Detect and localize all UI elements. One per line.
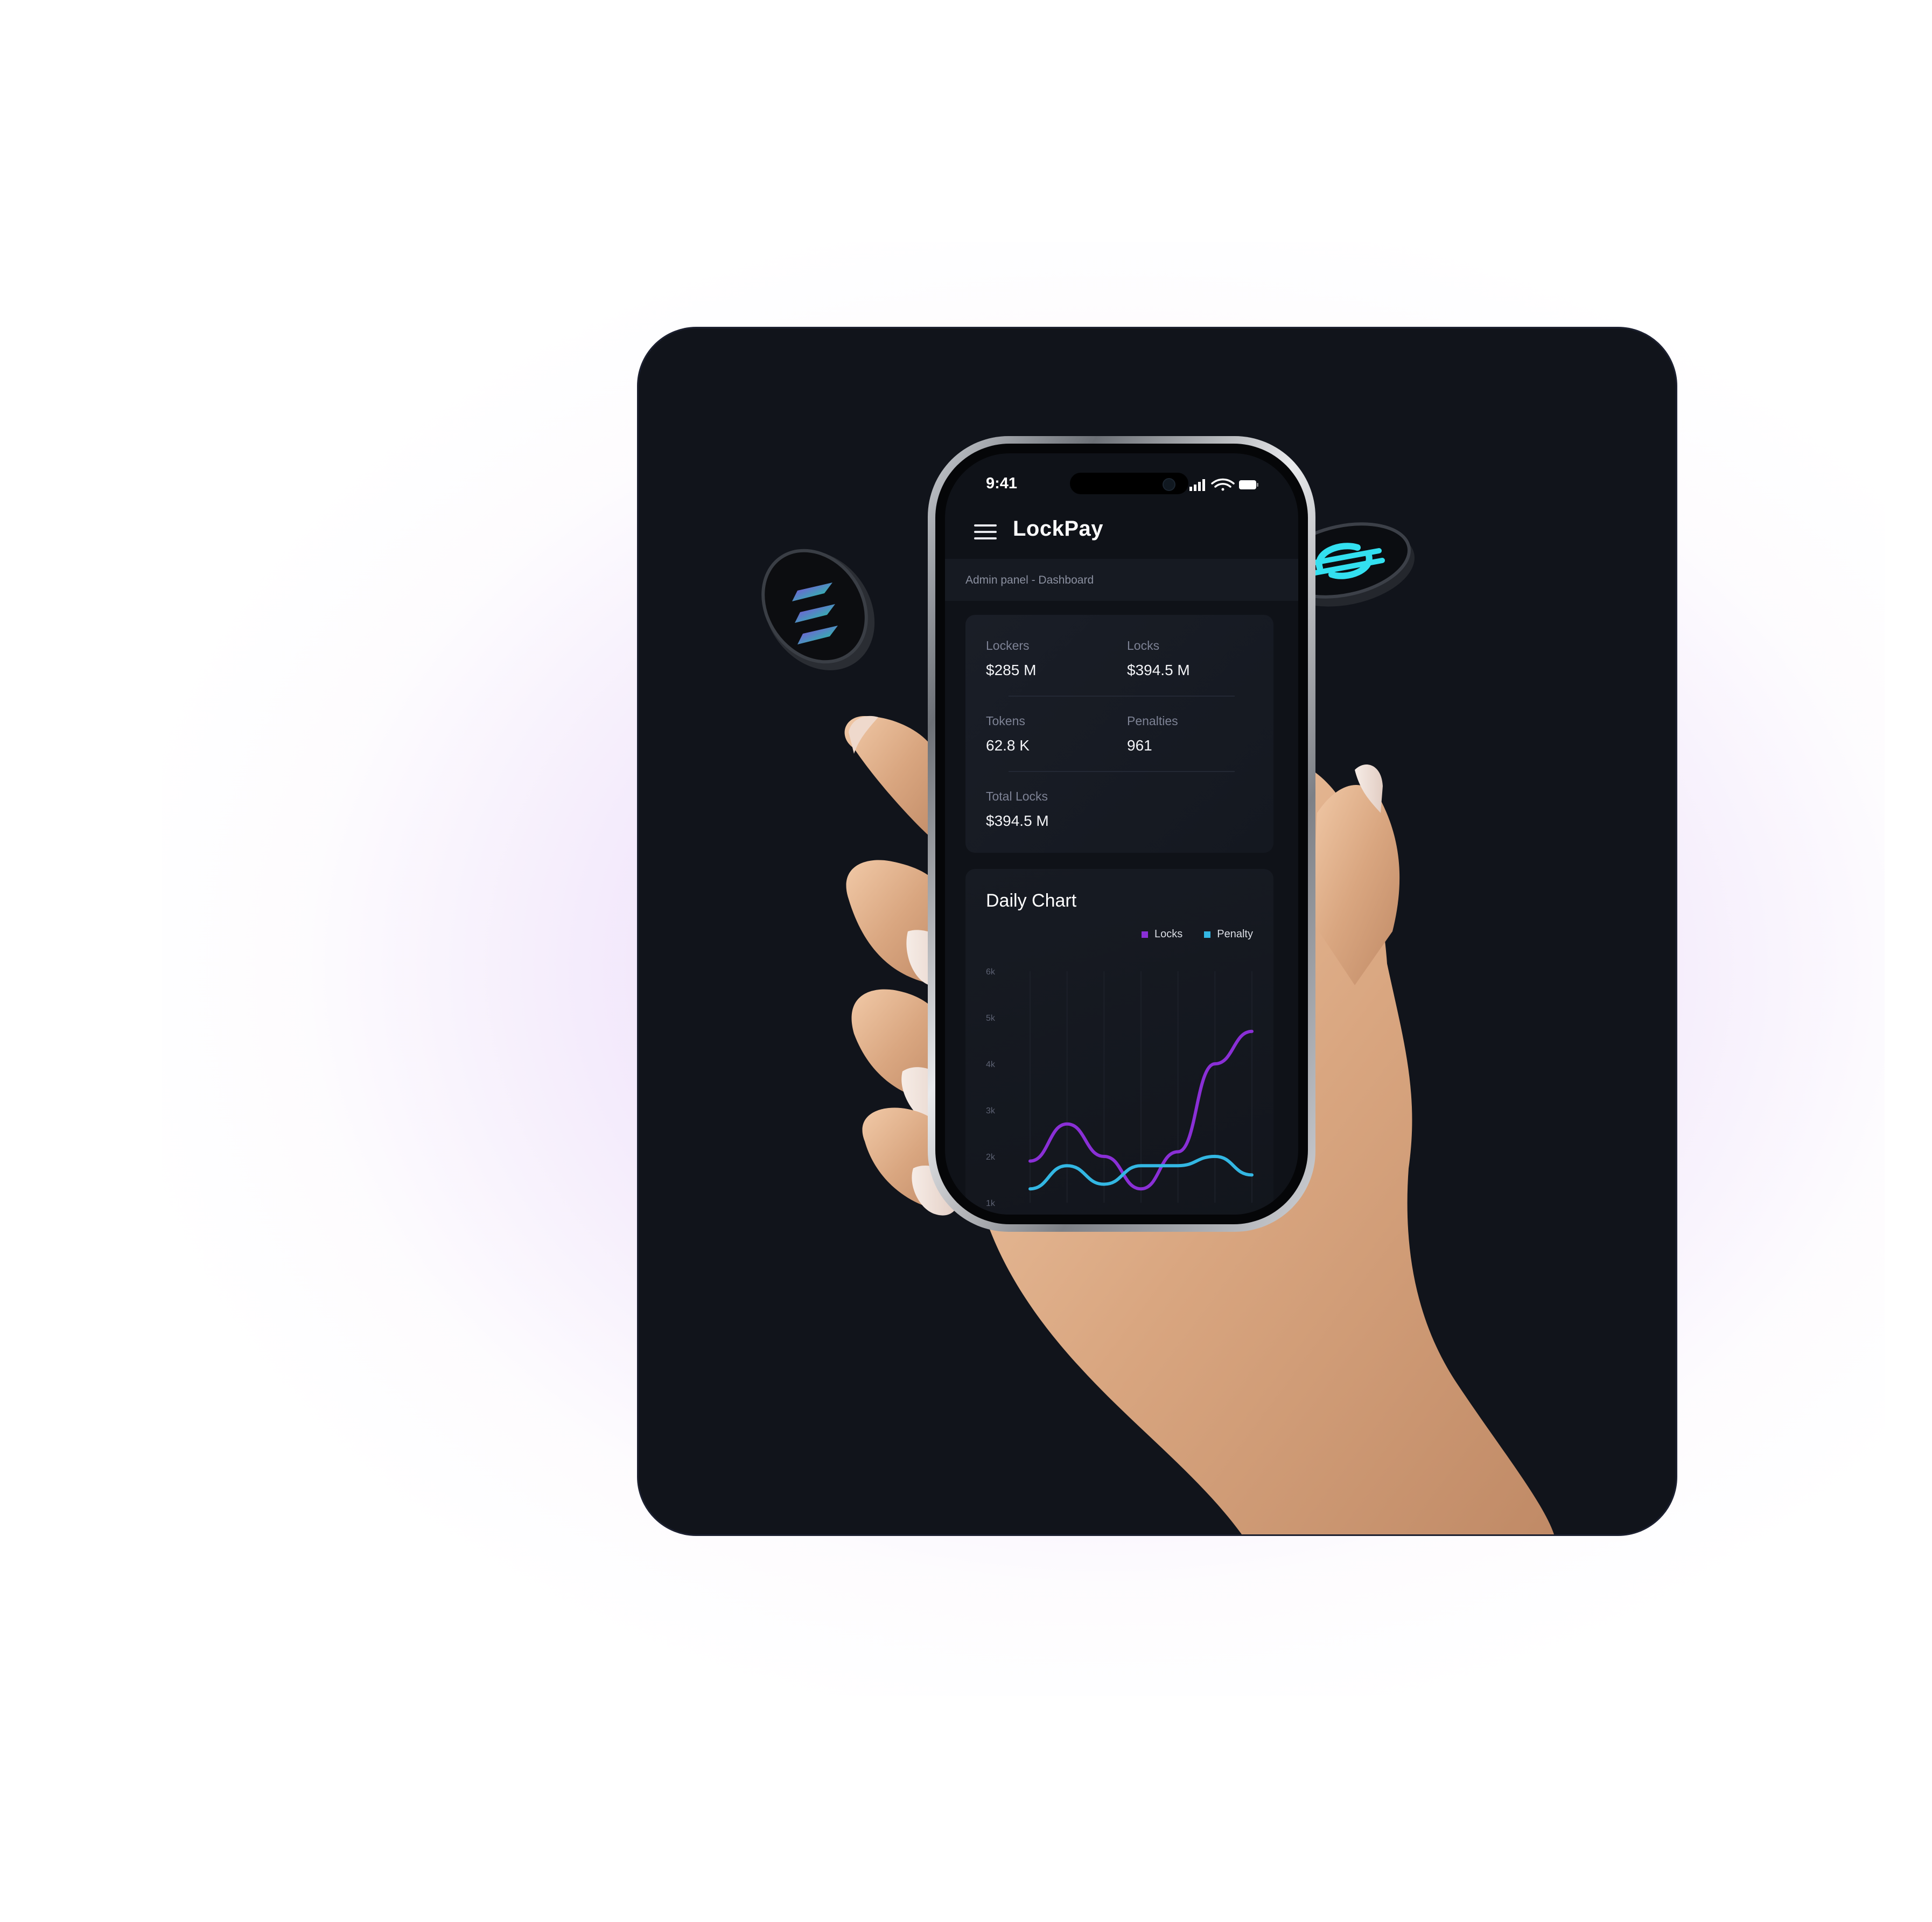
y-tick-label: 6k bbox=[986, 967, 996, 977]
battery-icon bbox=[1239, 480, 1258, 489]
stat-value: $394.5 M bbox=[1127, 662, 1190, 678]
app-bar: LockPay bbox=[945, 507, 1298, 556]
legend-swatch-penalty bbox=[1204, 931, 1211, 938]
daily-chart-card: Daily Chart Locks Penalty 6k 5k 4k 3k 2k 1k bbox=[965, 869, 1273, 1215]
stat-value: $394.5 M bbox=[986, 812, 1049, 829]
y-tick-label: 2k bbox=[986, 1153, 996, 1162]
y-tick-label: 1k bbox=[986, 1199, 996, 1208]
stat-total-locks: Total Locks $394.5 M bbox=[986, 789, 1115, 830]
stat-value: $285 M bbox=[986, 662, 1037, 678]
signal-icon bbox=[1189, 479, 1205, 491]
stat-label: Penalties bbox=[1127, 714, 1178, 728]
y-tick-label: 5k bbox=[986, 1014, 996, 1023]
divider bbox=[1009, 771, 1235, 772]
status-icons bbox=[1189, 478, 1258, 491]
stat-tokens: Tokens 62.8 K bbox=[986, 714, 1115, 754]
legend-label: Penalty bbox=[1217, 928, 1253, 940]
stat-label: Tokens bbox=[986, 714, 1025, 728]
hamburger-menu-icon[interactable] bbox=[974, 524, 997, 539]
front-camera bbox=[1163, 478, 1175, 491]
legend-item-penalty[interactable]: Penalty bbox=[1204, 928, 1253, 941]
stat-label: Lockers bbox=[986, 639, 1030, 653]
breadcrumb-bar: Admin panel - Dashboard bbox=[945, 559, 1298, 601]
stat-penalties: Penalties 961 bbox=[1127, 714, 1256, 754]
divider bbox=[1009, 696, 1235, 697]
chart-title: Daily Chart bbox=[986, 890, 1077, 911]
legend-label: Locks bbox=[1154, 928, 1183, 940]
chart-legend: Locks Penalty bbox=[1142, 928, 1253, 941]
status-time: 9:41 bbox=[986, 475, 1018, 492]
stat-label: Total Locks bbox=[986, 789, 1048, 803]
showcase-card: 9:41 LockPay Admin panel - Dashboard Loc… bbox=[637, 327, 1677, 1536]
solana-coin-icon bbox=[761, 549, 875, 670]
status-bar: 9:41 bbox=[945, 453, 1298, 502]
stat-value: 62.8 K bbox=[986, 737, 1030, 754]
phone-frame: 9:41 LockPay Admin panel - Dashboard Loc… bbox=[928, 436, 1315, 1232]
stat-value: 961 bbox=[1127, 737, 1152, 754]
stat-lockers: Lockers $285 M bbox=[986, 639, 1115, 679]
stats-card: Lockers $285 M Locks $394.5 M Tokens 62.… bbox=[965, 615, 1273, 853]
legend-item-locks[interactable]: Locks bbox=[1142, 928, 1182, 941]
y-tick-label: 3k bbox=[986, 1106, 996, 1116]
stat-locks: Locks $394.5 M bbox=[1127, 639, 1256, 679]
breadcrumb[interactable]: Admin panel - Dashboard bbox=[965, 574, 1094, 587]
phone-screen: 9:41 LockPay Admin panel - Dashboard Loc… bbox=[945, 453, 1298, 1215]
legend-swatch-locks bbox=[1142, 931, 1149, 938]
line-chart: 6k 5k 4k 3k 2k 1k bbox=[986, 967, 1254, 1208]
y-tick-label: 4k bbox=[986, 1060, 996, 1069]
app-title: LockPay bbox=[1013, 517, 1104, 541]
wifi-icon bbox=[1211, 478, 1235, 491]
stat-label: Locks bbox=[1127, 639, 1160, 653]
